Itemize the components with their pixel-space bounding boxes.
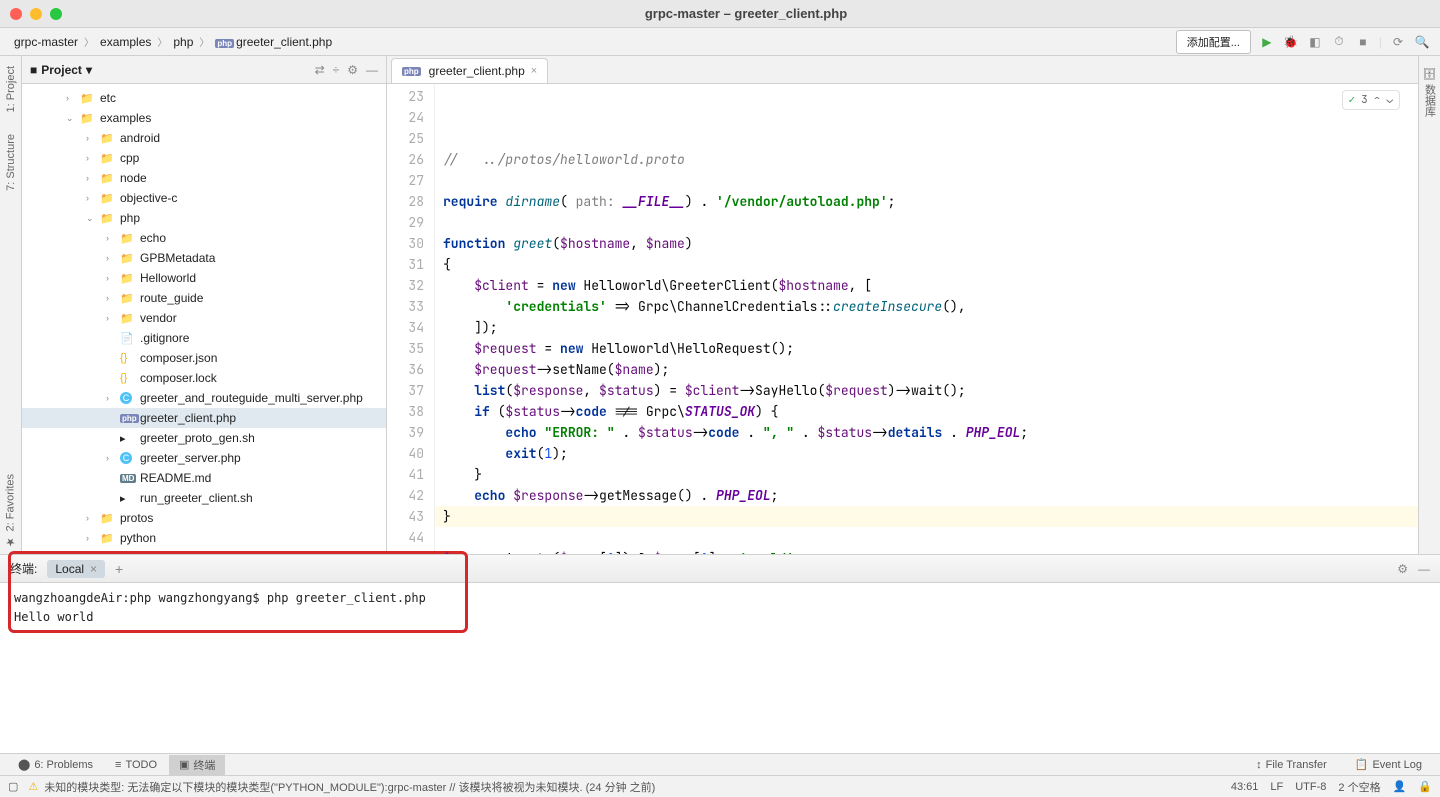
tree-item[interactable]: ›📁route_guide: [22, 288, 386, 308]
project-view-selector[interactable]: ■ Project ▾: [30, 63, 309, 77]
settings-icon[interactable]: ⚙: [347, 63, 358, 77]
tree-item[interactable]: ›📁python: [22, 528, 386, 548]
status-message: 未知的模块类型: 无法确定以下模块的模块类型("PYTHON_MODULE"):…: [44, 779, 655, 795]
editor-tab[interactable]: php greeter_client.php ×: [391, 58, 548, 83]
stop-icon[interactable]: ■: [1355, 34, 1371, 50]
run-config-dropdown[interactable]: 添加配置...: [1176, 30, 1251, 54]
bottom-tool-stripe: ⬤ 6: Problems ≡ TODO ▣ 终端 ↕ File Transfe…: [0, 753, 1440, 775]
close-icon[interactable]: ×: [90, 562, 97, 576]
tree-item[interactable]: 📄.gitignore: [22, 328, 386, 348]
file-encoding[interactable]: UTF-8: [1295, 781, 1326, 793]
navigation-bar: grpc-master〉examples〉php〉phpgreeter_clie…: [0, 28, 1440, 56]
tree-item[interactable]: ›📁vendor: [22, 308, 386, 328]
tree-item[interactable]: ›📁etc: [22, 88, 386, 108]
lock-icon[interactable]: 🔒: [1418, 780, 1432, 793]
line-separator[interactable]: LF: [1270, 781, 1283, 793]
breadcrumb: grpc-master〉examples〉php〉phpgreeter_clie…: [10, 33, 1172, 51]
tree-item[interactable]: ›📁cpp: [22, 148, 386, 168]
titlebar: grpc-master – greeter_client.php: [0, 0, 1440, 28]
hide-icon[interactable]: —: [366, 63, 378, 77]
tree-item[interactable]: ▸run_greeter_client.sh: [22, 488, 386, 508]
stripe-structure[interactable]: 7: Structure: [3, 128, 19, 197]
tree-item[interactable]: {}composer.lock: [22, 368, 386, 388]
breadcrumb-item[interactable]: examples: [96, 33, 155, 51]
breadcrumb-item[interactable]: phpgreeter_client.php: [211, 33, 336, 51]
inspection-badge[interactable]: ✓ 3 ⌃ ⌄: [1342, 90, 1400, 110]
line-number-gutter[interactable]: 2324252627282930313233343536373839404142…: [387, 84, 435, 554]
terminal-header: 终端: Local× + ⚙ —: [0, 555, 1440, 583]
stripe-project[interactable]: 1: Project: [3, 60, 19, 118]
status-bar: ▢ ⚠ 未知的模块类型: 无法确定以下模块的模块类型("PYTHON_MODULE…: [0, 775, 1440, 797]
caret-position[interactable]: 43:61: [1231, 781, 1259, 793]
project-tree[interactable]: ›📁etc⌄📁examples›📁android›📁cpp›📁node›📁obj…: [22, 84, 386, 554]
search-icon[interactable]: 🔍: [1414, 34, 1430, 50]
left-tool-stripe: 1: Project 7: Structure ★ 2: Favorites: [0, 56, 22, 554]
tab-file-transfer[interactable]: ↕ File Transfer: [1246, 756, 1337, 773]
run-icon[interactable]: ▶: [1259, 34, 1275, 50]
add-terminal-icon[interactable]: +: [115, 561, 123, 577]
tree-item[interactable]: ⌄📁examples: [22, 108, 386, 128]
tree-item[interactable]: ›📁node: [22, 168, 386, 188]
breadcrumb-item[interactable]: php: [169, 33, 197, 51]
tab-event-log[interactable]: 📋 Event Log: [1345, 756, 1432, 773]
tree-item[interactable]: ›📁objective-c: [22, 188, 386, 208]
check-icon: ✓: [1349, 93, 1356, 107]
tab-terminal[interactable]: ▣ 终端: [169, 755, 225, 775]
window-controls: [10, 8, 62, 20]
warning-icon: ⚠: [28, 780, 38, 793]
settings-icon[interactable]: ⚙: [1397, 562, 1408, 576]
select-in-icon[interactable]: ⇄: [315, 63, 325, 77]
debug-icon[interactable]: 🐞: [1283, 34, 1299, 50]
vcs-icon[interactable]: ⟳: [1390, 34, 1406, 50]
tree-item[interactable]: ›Cgreeter_and_routeguide_multi_server.ph…: [22, 388, 386, 408]
coverage-icon[interactable]: ◧: [1307, 34, 1323, 50]
collapse-icon[interactable]: ÷: [333, 63, 340, 77]
close-tab-icon[interactable]: ×: [531, 65, 537, 77]
editor: php greeter_client.php × ✓ 3 ⌃ ⌄ 2324252…: [387, 56, 1418, 554]
code-body[interactable]: // ../protos/helloworld.protorequire dir…: [435, 84, 1418, 554]
stripe-database[interactable]: 🗄 数据库: [1420, 60, 1440, 123]
terminal-tab-local[interactable]: Local×: [47, 560, 105, 578]
terminal-label: 终端:: [10, 560, 37, 577]
tab-todo[interactable]: ≡ TODO: [105, 757, 167, 773]
right-tool-stripe: 🗄 数据库: [1418, 56, 1440, 554]
editor-tab-label: greeter_client.php: [429, 64, 525, 78]
hide-icon[interactable]: —: [1418, 562, 1430, 576]
chevron-down-icon[interactable]: ⌄: [1386, 93, 1393, 107]
tree-item[interactable]: ⌄📁php: [22, 208, 386, 228]
tree-item[interactable]: ▸greeter_proto_gen.sh: [22, 428, 386, 448]
chevron-up-icon[interactable]: ⌃: [1374, 93, 1381, 107]
tree-item[interactable]: ›📁protos: [22, 508, 386, 528]
terminal-tool-window: 终端: Local× + ⚙ — wangzhoangdeAir:php wan…: [0, 554, 1440, 753]
tree-item[interactable]: {}composer.json: [22, 348, 386, 368]
stripe-favorites[interactable]: ★ 2: Favorites: [2, 468, 19, 554]
tree-item[interactable]: ›Cgreeter_server.php: [22, 448, 386, 468]
tab-problems[interactable]: ⬤ 6: Problems: [8, 756, 103, 773]
breadcrumb-item[interactable]: grpc-master: [10, 33, 82, 51]
tree-item[interactable]: phpgreeter_client.php: [22, 408, 386, 428]
maximize-icon[interactable]: [50, 8, 62, 20]
terminal-output[interactable]: wangzhoangdeAir:php wangzhongyang$ php g…: [0, 583, 1440, 753]
profile-icon[interactable]: ⏱: [1331, 34, 1347, 50]
tree-item[interactable]: ›📁echo: [22, 228, 386, 248]
indent-info[interactable]: 2 个空格: [1338, 779, 1380, 795]
minimize-icon[interactable]: [30, 8, 42, 20]
php-file-icon: php: [402, 67, 421, 76]
close-icon[interactable]: [10, 8, 22, 20]
inspection-icon[interactable]: 👤: [1393, 780, 1407, 793]
tree-item[interactable]: ›📁Helloworld: [22, 268, 386, 288]
window-title: grpc-master – greeter_client.php: [62, 6, 1430, 21]
tree-item[interactable]: MDREADME.md: [22, 468, 386, 488]
tool-windows-icon[interactable]: ▢: [8, 780, 18, 793]
tree-item[interactable]: ›📁GPBMetadata: [22, 248, 386, 268]
project-tool-window: ■ Project ▾ ⇄ ÷ ⚙ — ›📁etc⌄📁examples›📁and…: [22, 56, 387, 554]
tree-item[interactable]: ›📁android: [22, 128, 386, 148]
